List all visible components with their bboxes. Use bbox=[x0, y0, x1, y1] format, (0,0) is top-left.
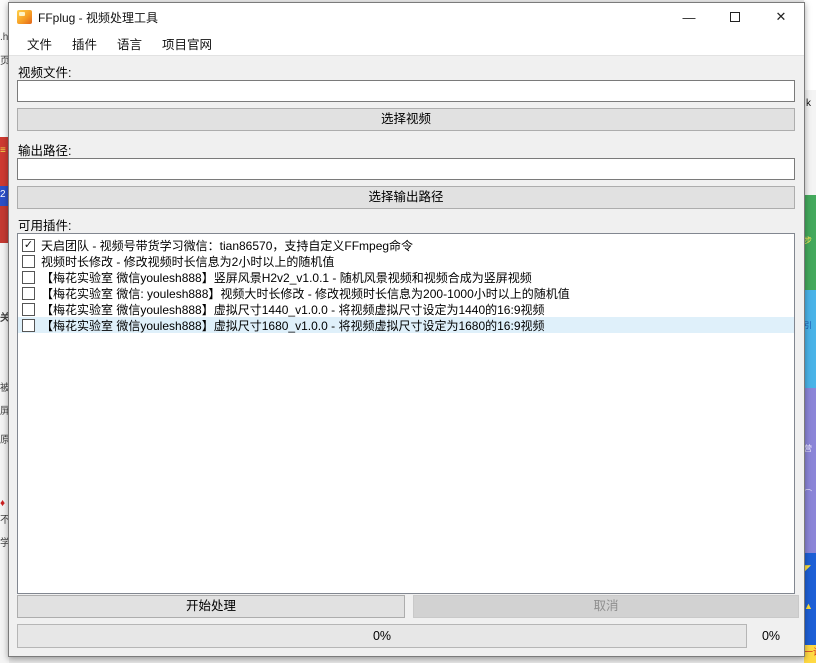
plugin-label: 【梅花实验室 微信: youlesh888】视频大时长修改 - 修改视频时长信息… bbox=[41, 285, 570, 302]
plugin-row[interactable]: ✓ 天启团队 - 视频号带货学习微信：tian86570，支持自定义FFmpeg… bbox=[18, 237, 794, 253]
plugin-label: 视频时长修改 - 修改视频时长信息为2小时以上的随机值 bbox=[41, 253, 334, 270]
app-window: FFplug - 视频处理工具 — ✕ 文件 插件 语言 项目官网 视频文件: … bbox=[8, 2, 805, 657]
plugin-row[interactable]: ✓ 【梅花实验室 微信youlesh888】虚拟尺寸1680_v1.0.0 - … bbox=[18, 317, 794, 333]
titlebar[interactable]: FFplug - 视频处理工具 — ✕ bbox=[9, 3, 804, 31]
start-processing-button[interactable]: 开始处理 bbox=[17, 595, 405, 618]
background-fragment: k bbox=[804, 90, 816, 195]
plugin-label: 【梅花实验室 微信youlesh888】虚拟尺寸1680_v1.0.0 - 将视… bbox=[41, 317, 545, 334]
plugin-checkbox[interactable]: ✓ bbox=[22, 287, 35, 300]
progress-percent-label: 0% bbox=[747, 629, 795, 643]
video-file-label: 视频文件: bbox=[18, 62, 71, 81]
background-fragment: 一让你 bbox=[804, 645, 816, 663]
plugin-label: 【梅花实验室 微信youlesh888】竖屏风景H2v2_v1.0.1 - 随机… bbox=[41, 269, 532, 286]
plugin-checkbox[interactable]: ✓ bbox=[22, 319, 35, 332]
window-controls: — ✕ bbox=[666, 3, 804, 31]
minimize-icon: — bbox=[683, 10, 696, 25]
menu-item-plugins[interactable]: 插件 bbox=[62, 31, 107, 56]
plugin-checkbox[interactable]: ✓ bbox=[22, 303, 35, 316]
minimize-button[interactable]: — bbox=[666, 3, 712, 31]
maximize-icon bbox=[730, 12, 740, 22]
plugin-checkbox[interactable]: ✓ bbox=[22, 255, 35, 268]
plugin-label: 【梅花实验室 微信youlesh888】虚拟尺寸1440_v1.0.0 - 将视… bbox=[41, 301, 545, 318]
background-right-strip: k 步 引 营 ⌒ ◤ ▲ 一让你 bbox=[804, 0, 816, 663]
output-path-input[interactable] bbox=[17, 158, 795, 180]
window-title: FFplug - 视频处理工具 bbox=[38, 9, 158, 26]
video-file-input[interactable] bbox=[17, 80, 795, 102]
checkmark-icon: ✓ bbox=[24, 240, 33, 251]
progress-row: 0% 0% bbox=[17, 624, 795, 648]
background-fragment bbox=[804, 0, 816, 90]
app-icon bbox=[17, 10, 32, 24]
menu-item-file[interactable]: 文件 bbox=[17, 31, 62, 56]
select-output-path-button[interactable]: 选择输出路径 bbox=[17, 186, 795, 209]
plugin-row[interactable]: ✓ 【梅花实验室 微信youlesh888】虚拟尺寸1440_v1.0.0 - … bbox=[18, 301, 794, 317]
background-fragment: ◤ ▲ bbox=[804, 553, 816, 645]
select-video-button[interactable]: 选择视频 bbox=[17, 108, 795, 131]
cancel-button[interactable]: 取消 bbox=[413, 595, 799, 618]
plugin-checkbox[interactable]: ✓ bbox=[22, 271, 35, 284]
background-fragment: 步 bbox=[804, 195, 816, 290]
close-icon: ✕ bbox=[776, 9, 787, 25]
plugin-row[interactable]: ✓ 视频时长修改 - 修改视频时长信息为2小时以上的随机值 bbox=[18, 253, 794, 269]
plugin-label: 天启团队 - 视频号带货学习微信：tian86570，支持自定义FFmpeg命令 bbox=[41, 237, 413, 254]
background-fragment: 引 bbox=[804, 290, 816, 388]
plugin-listbox[interactable]: ✓ 天启团队 - 视频号带货学习微信：tian86570，支持自定义FFmpeg… bbox=[17, 233, 795, 594]
available-plugins-label: 可用插件: bbox=[18, 215, 71, 234]
close-button[interactable]: ✕ bbox=[758, 3, 804, 31]
plugin-checkbox[interactable]: ✓ bbox=[22, 239, 35, 252]
progress-bar: 0% bbox=[17, 624, 747, 648]
menubar: 文件 插件 语言 项目官网 bbox=[9, 31, 804, 56]
output-path-label: 输出路径: bbox=[18, 140, 71, 159]
progress-bar-text: 0% bbox=[373, 629, 391, 643]
maximize-button[interactable] bbox=[712, 3, 758, 31]
plugin-row[interactable]: ✓ 【梅花实验室 微信youlesh888】竖屏风景H2v2_v1.0.1 - … bbox=[18, 269, 794, 285]
menu-item-website[interactable]: 项目官网 bbox=[152, 31, 222, 56]
menu-item-language[interactable]: 语言 bbox=[107, 31, 152, 56]
background-fragment: 营 ⌒ bbox=[804, 388, 816, 553]
plugin-row[interactable]: ✓ 【梅花实验室 微信: youlesh888】视频大时长修改 - 修改视频时长… bbox=[18, 285, 794, 301]
